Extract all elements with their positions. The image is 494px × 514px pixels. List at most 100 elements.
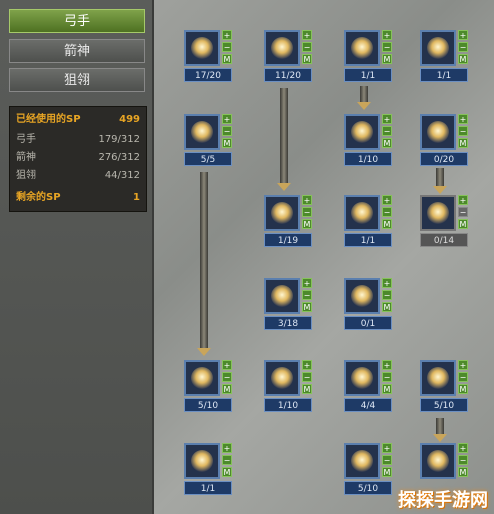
skill-master-button[interactable]: M [458, 54, 468, 64]
skill-plus-button[interactable]: + [382, 360, 392, 370]
skill-master-button[interactable]: M [382, 54, 392, 64]
skill-level-controls: + − M [458, 360, 468, 396]
skill-level-controls: + − M [222, 114, 232, 150]
skill-plus-button[interactable]: + [458, 360, 468, 370]
skill-slot: + − M 5/10 [184, 360, 234, 416]
skill-minus-button[interactable]: − [302, 290, 312, 300]
skill-minus-button[interactable]: − [222, 126, 232, 136]
skill-plus-button[interactable]: + [222, 30, 232, 40]
skill-level-controls: + − M [222, 360, 232, 396]
skill-master-button[interactable]: M [458, 219, 468, 229]
skill-master-button[interactable]: M [302, 384, 312, 394]
ice-burst-icon[interactable] [184, 443, 220, 479]
tab-bowmaster[interactable]: 箭神 [9, 39, 145, 63]
skill-level-label: 11/20 [264, 68, 312, 82]
sp-remaining-value: 1 [133, 192, 140, 203]
skill-master-button[interactable]: M [382, 467, 392, 477]
skill-plus-button[interactable]: + [222, 443, 232, 453]
tab-archer[interactable]: 弓手 [9, 9, 145, 33]
skill-plus-button[interactable]: + [458, 114, 468, 124]
arrow-rain-icon[interactable] [264, 195, 300, 231]
skill-master-button[interactable]: M [302, 219, 312, 229]
skill-plus-button[interactable]: + [302, 30, 312, 40]
flip-dodge-icon[interactable] [184, 360, 220, 396]
sp-row-value: 179/312 [98, 134, 140, 145]
skill-plus-button[interactable]: + [458, 195, 468, 205]
wind-hook-icon[interactable] [420, 114, 456, 150]
skill-minus-button[interactable]: − [382, 455, 392, 465]
skill-plus-button[interactable]: + [222, 360, 232, 370]
leaping-archer-icon[interactable] [420, 30, 456, 66]
sp-remaining-row: 剩余的SP 1 [16, 191, 140, 205]
flame-wing-icon[interactable] [344, 443, 380, 479]
skill-master-button[interactable]: M [382, 219, 392, 229]
skill-minus-button[interactable]: − [382, 372, 392, 382]
skill-minus-button[interactable]: − [382, 42, 392, 52]
skill-level-label: 1/10 [264, 398, 312, 412]
skill-plus-button[interactable]: + [302, 360, 312, 370]
skill-master-button[interactable]: M [222, 467, 232, 477]
skill-minus-button[interactable]: − [458, 455, 468, 465]
sp-row-label: 弓手 [16, 134, 36, 145]
skill-master-button[interactable]: M [222, 54, 232, 64]
kneel-shot-icon[interactable] [344, 114, 380, 150]
skill-minus-button[interactable]: − [222, 372, 232, 382]
skill-plus-button[interactable]: + [302, 195, 312, 205]
spirit-burst-icon[interactable] [344, 30, 380, 66]
skill-level-controls: + − M [458, 195, 468, 231]
skill-minus-button[interactable]: − [382, 126, 392, 136]
skill-slot: + − M 1/10 [344, 114, 394, 170]
arrows-cross-icon[interactable] [264, 30, 300, 66]
skill-master-button[interactable]: M [382, 138, 392, 148]
skill-plus-button[interactable]: + [458, 443, 468, 453]
whirl-shot-icon[interactable] [264, 360, 300, 396]
skill-minus-button[interactable]: − [458, 207, 468, 217]
skill-connector-line [280, 88, 288, 185]
spin-kick-icon[interactable] [184, 114, 220, 150]
skill-master-button[interactable]: M [458, 467, 468, 477]
skill-minus-button[interactable]: − [382, 207, 392, 217]
sp-row-value: 44/312 [104, 170, 140, 181]
crouch-guard-icon[interactable] [344, 278, 380, 314]
fist-punch-icon[interactable] [420, 195, 456, 231]
skill-minus-button[interactable]: − [458, 42, 468, 52]
skill-plus-button[interactable]: + [458, 30, 468, 40]
skill-plus-button[interactable]: + [222, 114, 232, 124]
skill-plus-button[interactable]: + [302, 278, 312, 288]
skill-level-controls: + − M [458, 114, 468, 150]
bow-strike-icon[interactable] [184, 30, 220, 66]
raised-bow-icon[interactable] [344, 360, 380, 396]
skill-plus-button[interactable]: + [382, 195, 392, 205]
skill-master-button[interactable]: M [302, 54, 312, 64]
skill-minus-button[interactable]: − [302, 42, 312, 52]
skill-minus-button[interactable]: − [222, 42, 232, 52]
skill-master-button[interactable]: M [382, 384, 392, 394]
skill-minus-button[interactable]: − [302, 207, 312, 217]
skill-plus-button[interactable]: + [382, 30, 392, 40]
skill-plus-button[interactable]: + [382, 278, 392, 288]
dash-figure-icon[interactable] [344, 195, 380, 231]
skill-minus-button[interactable]: − [222, 455, 232, 465]
piercing-shot-icon[interactable] [264, 278, 300, 314]
skill-minus-button[interactable]: − [302, 372, 312, 382]
skill-master-button[interactable]: M [302, 302, 312, 312]
skill-plus-button[interactable]: + [382, 443, 392, 453]
skill-master-button[interactable]: M [382, 302, 392, 312]
tab-sniper[interactable]: 狙翎 [9, 68, 145, 92]
skill-slot: + − M 3/18 [264, 278, 314, 334]
skill-master-button[interactable]: M [222, 138, 232, 148]
skill-master-button[interactable]: M [458, 138, 468, 148]
skill-slot: + − M 1/1 [184, 443, 234, 499]
skill-connector-arrow [433, 434, 447, 442]
skill-level-controls: + − M [382, 114, 392, 150]
skill-plus-button[interactable]: + [382, 114, 392, 124]
flame-crest-icon[interactable] [420, 443, 456, 479]
skill-master-button[interactable]: M [458, 384, 468, 394]
skill-minus-button[interactable]: − [458, 372, 468, 382]
flame-fan-icon[interactable] [420, 360, 456, 396]
skill-master-button[interactable]: M [222, 384, 232, 394]
skill-minus-button[interactable]: − [458, 126, 468, 136]
skill-minus-button[interactable]: − [382, 290, 392, 300]
skill-level-label: 3/18 [264, 316, 312, 330]
skill-level-label: 0/20 [420, 152, 468, 166]
